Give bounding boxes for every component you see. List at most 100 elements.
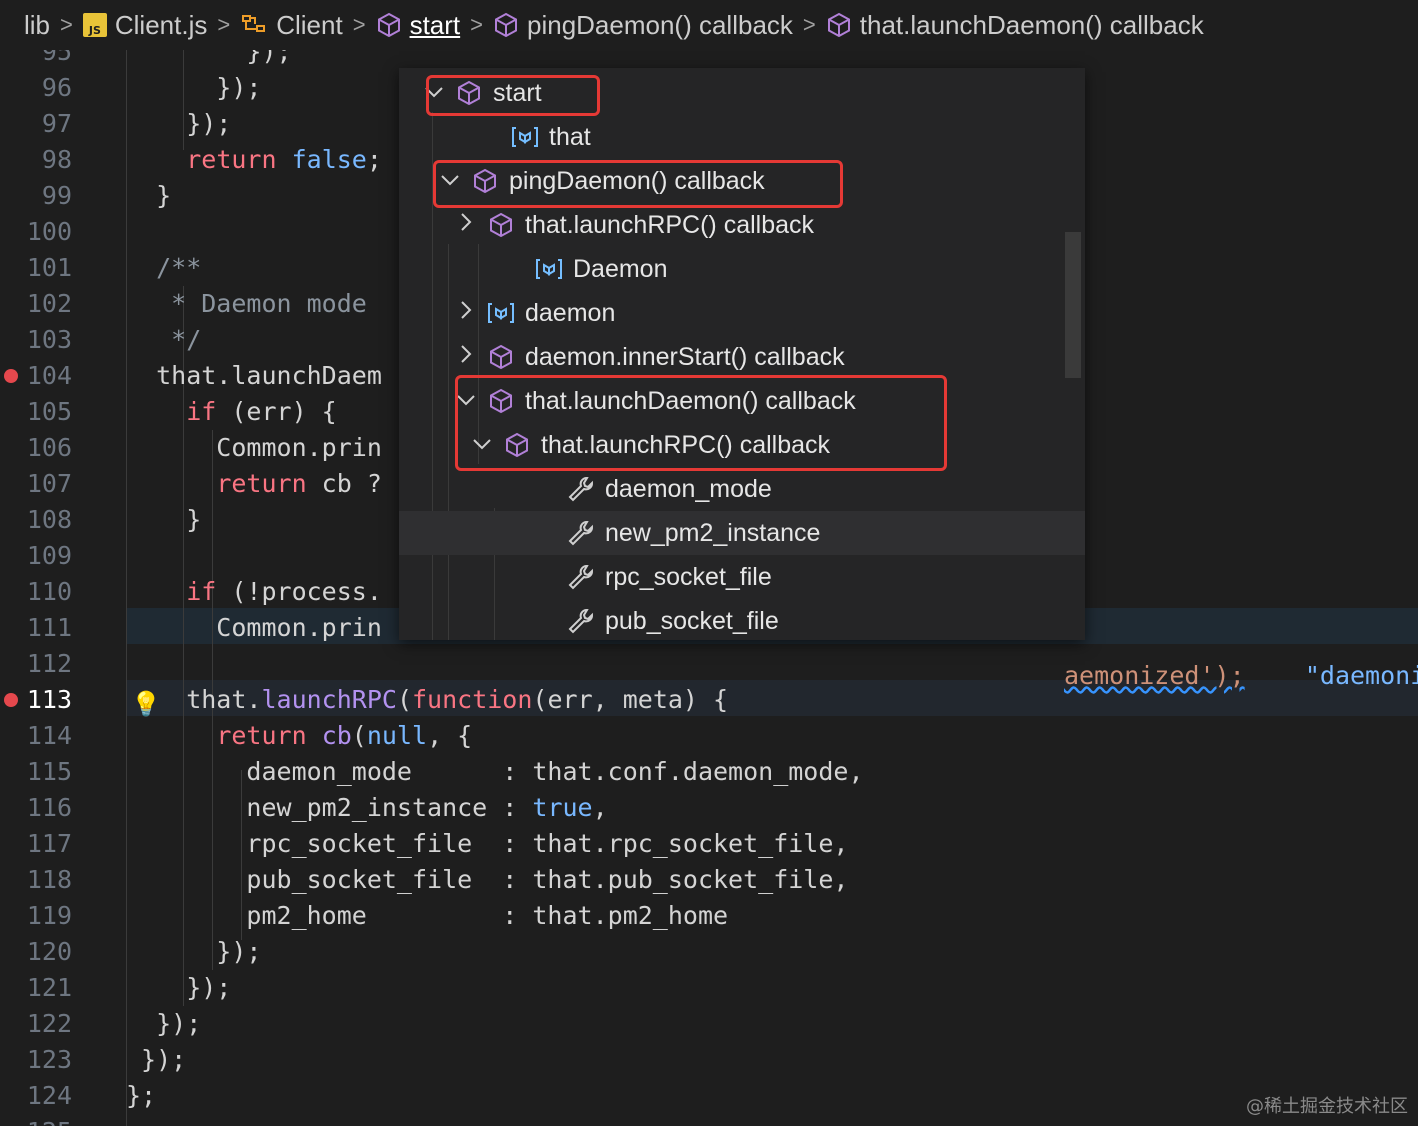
line-number: 118 xyxy=(26,865,72,894)
outline-picker[interactable]: start that pingDaemon() callback that.launc… xyxy=(399,68,1085,640)
line-number: 119 xyxy=(26,901,72,930)
chevron-right-icon: > xyxy=(802,12,816,37)
line-number: 97 xyxy=(41,109,72,138)
code-line[interactable]: 95 }); xyxy=(0,50,1418,70)
line-number: 106 xyxy=(26,433,72,462)
outline-item[interactable]: that xyxy=(399,115,1085,159)
annotation-box xyxy=(426,75,600,116)
code-text: Common.prin xyxy=(126,433,382,462)
line-number: 121 xyxy=(26,973,72,1002)
outline-item[interactable]: daemon.innerStart() callback xyxy=(399,335,1085,379)
code-text: /** xyxy=(126,253,202,282)
breadcrumb-label: lib xyxy=(24,9,51,40)
code-text: return false; xyxy=(186,145,382,174)
property-icon xyxy=(567,563,595,591)
outline-item-label: daemon.innerStart() callback xyxy=(525,342,845,371)
breakpoint-icon[interactable] xyxy=(4,693,18,707)
code-line[interactable]: 123 }); xyxy=(0,1042,1418,1078)
code-text: }); xyxy=(126,973,232,1002)
breadcrumb: lib > JS Client.js > Client > start > pin… xyxy=(0,0,1418,50)
code-text: that.launchRPC(function(err, meta) { xyxy=(126,685,729,714)
outline-item[interactable]: new_pm2_instance xyxy=(399,511,1085,555)
line-number: 117 xyxy=(26,829,72,858)
line-number: 120 xyxy=(26,937,72,966)
outline-item[interactable]: Daemon xyxy=(399,247,1085,291)
outline-item-label: daemon xyxy=(525,298,616,327)
outline-item[interactable]: rpc_socket_file xyxy=(399,555,1085,599)
line-number: 108 xyxy=(26,505,72,534)
line-number: 101 xyxy=(26,253,72,282)
breadcrumb-item-start[interactable]: start xyxy=(376,10,460,41)
line-number: 111 xyxy=(26,613,72,642)
chevron-right-icon xyxy=(455,300,477,326)
code-line[interactable]: 124}; xyxy=(0,1078,1418,1114)
method-icon xyxy=(487,211,515,239)
chevron-right-icon: > xyxy=(217,12,231,37)
code-text: pm2_home : that.pm2_home xyxy=(126,901,729,930)
code-line[interactable]: 114 return cb(null, { xyxy=(0,718,1418,754)
breakpoint-icon[interactable] xyxy=(4,369,18,383)
outline-item-label: new_pm2_instance xyxy=(605,518,821,547)
method-icon xyxy=(487,343,515,371)
code-line[interactable]: 116 new_pm2_instance : true, xyxy=(0,790,1418,826)
breadcrumb-item-pingdaemon[interactable]: pingDaemon() callback xyxy=(493,10,793,41)
outline-item[interactable]: pub_socket_file xyxy=(399,599,1085,640)
outline-item[interactable]: daemon_mode xyxy=(399,467,1085,511)
code-text: }); xyxy=(126,50,292,66)
code-line[interactable]: 115 daemon_mode : that.conf.daemon_mode, xyxy=(0,754,1418,790)
method-icon xyxy=(827,12,850,38)
line-number: 109 xyxy=(26,541,72,570)
code-text: }); xyxy=(126,1045,187,1074)
code-line[interactable]: 117 rpc_socket_file : that.rpc_socket_fi… xyxy=(0,826,1418,862)
outline-item-label: daemon_mode xyxy=(605,474,772,503)
breadcrumb-label: Client xyxy=(276,9,343,40)
line-number: 110 xyxy=(26,577,72,606)
property-icon xyxy=(567,475,595,503)
breadcrumb-label: Client.js xyxy=(114,9,208,40)
class-icon xyxy=(242,15,266,32)
code-text: }); xyxy=(126,109,232,138)
overflow-code: aemonized'); "daemoni xyxy=(1064,658,1418,694)
line-number: 123 xyxy=(26,1045,72,1074)
breadcrumb-item-lib[interactable]: lib xyxy=(24,10,50,41)
code-line[interactable]: 119 pm2_home : that.pm2_home xyxy=(0,898,1418,934)
code-text: pub_socket_file : that.pub_socket_file, xyxy=(126,865,849,894)
code-text: */ xyxy=(126,325,202,354)
code-text: return cb(null, { xyxy=(216,721,473,750)
line-number: 114 xyxy=(26,721,72,750)
code-line[interactable]: 120 }); xyxy=(0,934,1418,970)
breadcrumb-item-class[interactable]: Client xyxy=(240,9,343,41)
overflow-string: aemonized'); xyxy=(1064,661,1245,690)
code-text: }); xyxy=(126,937,262,966)
breadcrumb-label: that.launchDaemon() callback xyxy=(859,9,1204,40)
scrollbar-thumb[interactable] xyxy=(1065,232,1081,378)
outline-item[interactable]: that.launchRPC() callback xyxy=(399,203,1085,247)
chevron-right-icon: > xyxy=(470,12,483,37)
outline-item-label: that.launchRPC() callback xyxy=(525,210,815,239)
line-number: 124 xyxy=(26,1081,72,1110)
code-line[interactable]: 118 pub_socket_file : that.pub_socket_fi… xyxy=(0,862,1418,898)
code-line[interactable]: 121 }); xyxy=(0,970,1418,1006)
line-number: 103 xyxy=(26,325,72,354)
outline-item[interactable]: daemon xyxy=(399,291,1085,335)
code-text: } xyxy=(126,181,172,210)
method-icon xyxy=(377,12,400,38)
code-text: }; xyxy=(126,1081,157,1110)
line-number: 115 xyxy=(26,757,72,786)
outline-item-label: pub_socket_file xyxy=(605,606,779,635)
code-line[interactable]: 122 }); xyxy=(0,1006,1418,1042)
chevron-right-icon: > xyxy=(352,12,366,37)
line-number: 96 xyxy=(41,73,72,102)
code-line[interactable]: 125 xyxy=(0,1114,1418,1126)
line-number: 122 xyxy=(26,1009,72,1038)
property-icon xyxy=(567,607,595,635)
breadcrumb-item-launchdaemon[interactable]: that.launchDaemon() callback xyxy=(826,10,1204,41)
overflow-string-2: "daemoni xyxy=(1304,661,1418,690)
breadcrumb-item-file[interactable]: JS Client.js xyxy=(82,9,208,41)
line-number: 100 xyxy=(26,217,72,246)
variable-icon xyxy=(511,123,539,151)
line-number: 102 xyxy=(26,289,72,318)
code-text: that.launchDaem xyxy=(126,361,382,390)
code-text: new_pm2_instance : true, xyxy=(126,793,608,822)
code-text: daemon_mode : that.conf.daemon_mode, xyxy=(126,757,864,786)
